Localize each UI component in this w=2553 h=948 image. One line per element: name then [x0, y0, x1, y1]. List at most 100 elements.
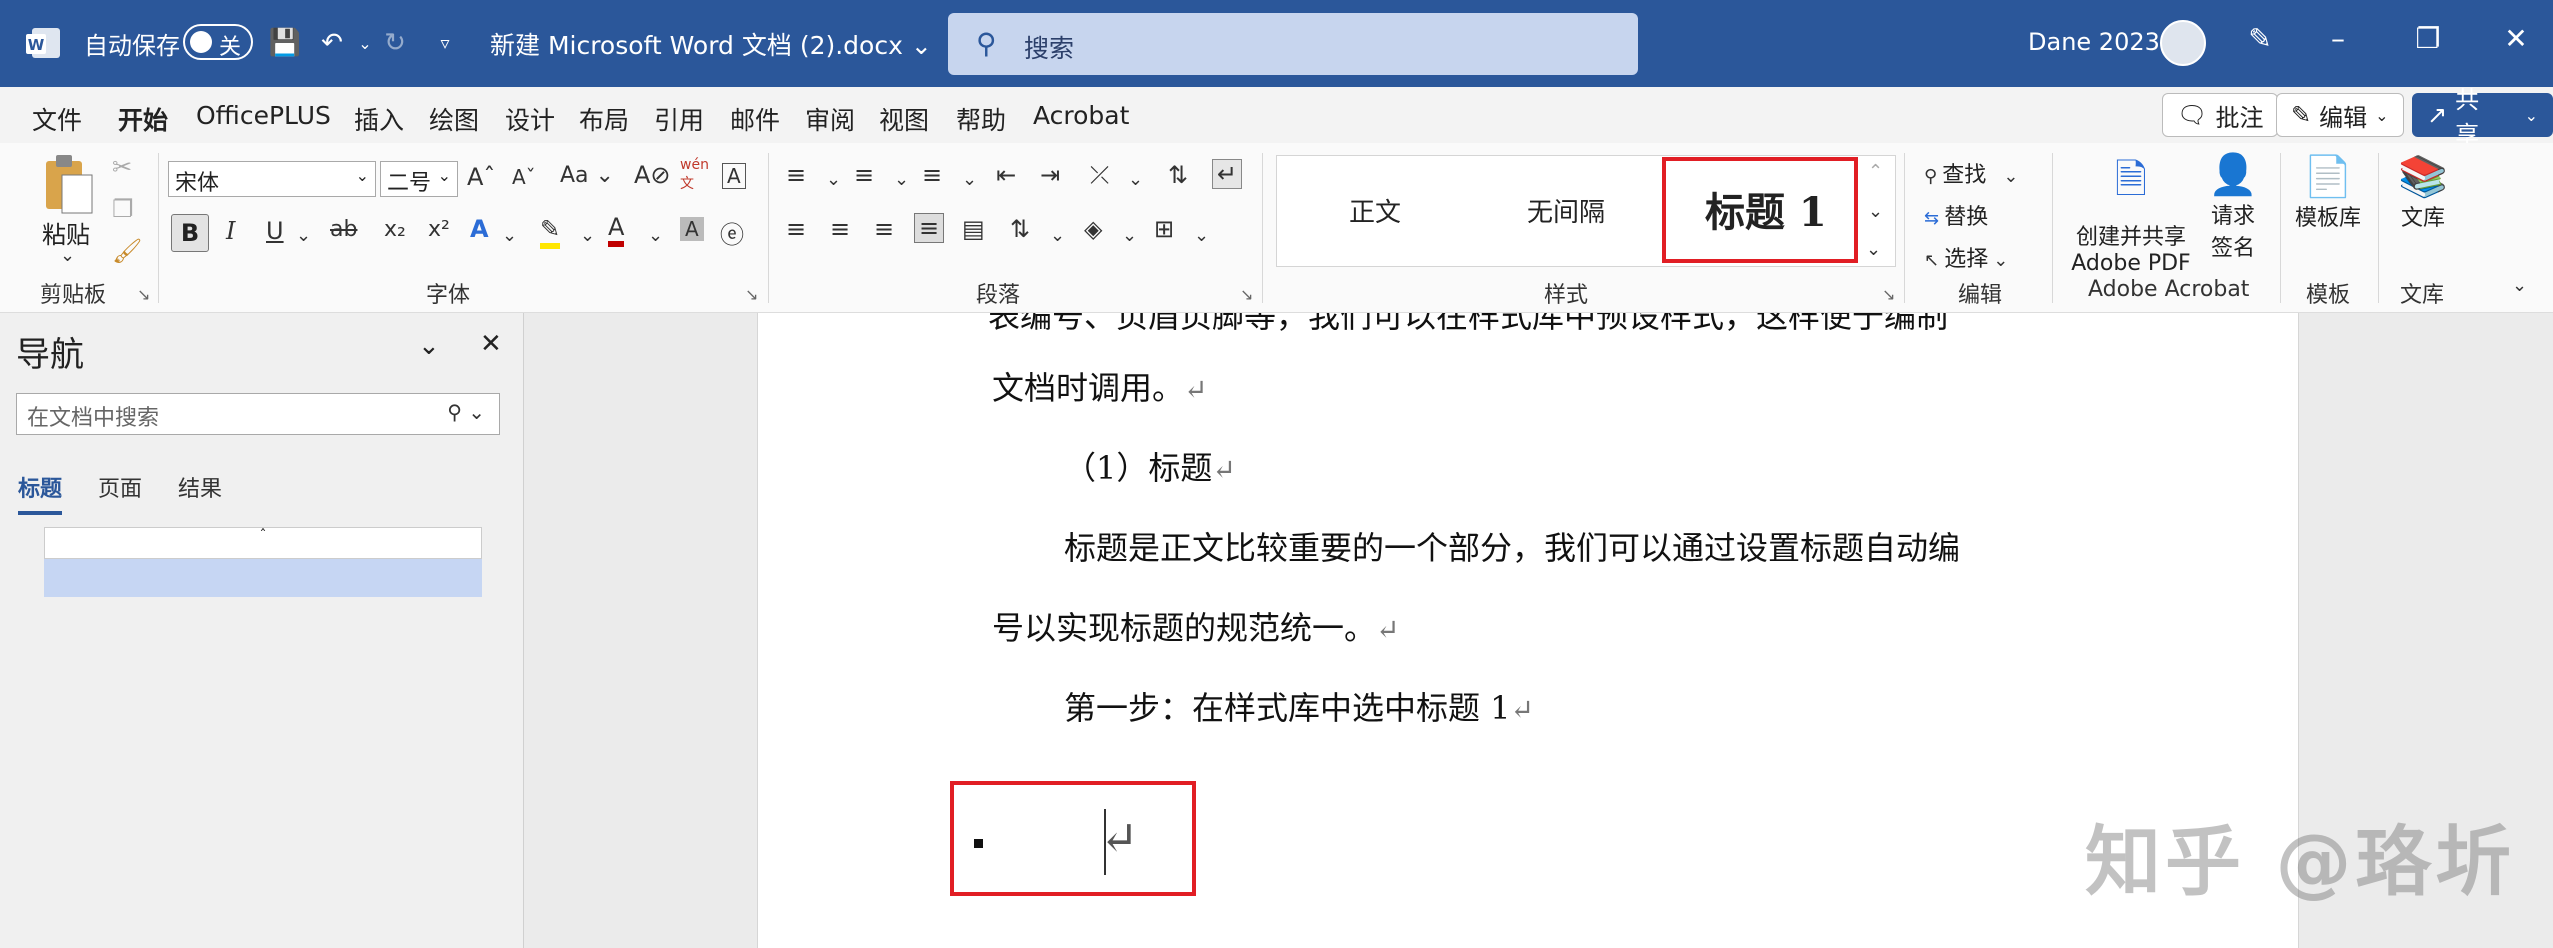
- character-shading-icon[interactable]: A: [680, 217, 704, 241]
- search-input[interactable]: ⚲ 搜索: [948, 13, 1638, 75]
- shading-icon[interactable]: ◈: [1084, 215, 1102, 243]
- tab-mailings[interactable]: 邮件: [730, 101, 780, 137]
- chinese-layout-dropdown-icon[interactable]: ⌄: [1128, 169, 1143, 190]
- replace-button[interactable]: ⇆ 替换: [1924, 199, 1988, 231]
- underline-dropdown-icon[interactable]: ⌄: [296, 225, 311, 246]
- customize-toolbar-icon[interactable]: ▿: [428, 26, 462, 60]
- change-case-icon[interactable]: Aa ⌄: [560, 163, 614, 188]
- grow-font-icon[interactable]: Aˆ: [467, 163, 495, 191]
- multilevel-list-icon[interactable]: ≡: [922, 161, 942, 189]
- numbering-dropdown-icon[interactable]: ⌄: [894, 169, 909, 190]
- gallery-scroll-up-icon[interactable]: ⌃: [1868, 161, 1883, 182]
- select-button[interactable]: ↖ 选择 ⌄: [1924, 241, 2008, 273]
- tab-view[interactable]: 视图: [879, 101, 929, 137]
- font-name-select[interactable]: 宋体 ⌄: [168, 161, 376, 197]
- tab-references[interactable]: 引用: [654, 101, 704, 137]
- borders-icon[interactable]: ⊞: [1154, 215, 1174, 243]
- nav-heading-selected[interactable]: [44, 559, 482, 597]
- autosave-toggle[interactable]: 关: [183, 24, 253, 60]
- save-icon[interactable]: 💾: [268, 26, 302, 60]
- underline-button[interactable]: U: [266, 217, 284, 245]
- numbering-icon[interactable]: ≡: [854, 161, 874, 189]
- tab-file[interactable]: 文件: [32, 101, 82, 137]
- character-border-icon[interactable]: A: [722, 163, 746, 189]
- share-button[interactable]: ↗ 共享 ⌄: [2412, 86, 2553, 149]
- decrease-indent-icon[interactable]: ⇤: [996, 161, 1016, 189]
- increase-indent-icon[interactable]: ⇥: [1040, 161, 1060, 189]
- chinese-layout-icon[interactable]: ⤫: [1090, 161, 1109, 189]
- redo-icon[interactable]: ↻: [378, 26, 412, 60]
- create-share-pdf-button[interactable]: 🗎 创建并共享 Adobe PDF: [2068, 151, 2194, 276]
- tab-headings[interactable]: 标题: [18, 471, 63, 515]
- undo-dropdown-icon[interactable]: ⌄: [348, 26, 382, 60]
- tab-design[interactable]: 设计: [505, 101, 555, 137]
- text-effects-dropdown-icon[interactable]: ⌄: [502, 225, 517, 246]
- request-signature-button[interactable]: 👤 请求 签名: [2200, 151, 2266, 262]
- style-normal[interactable]: 正文: [1349, 192, 1401, 229]
- distributed-icon[interactable]: ▤: [962, 215, 985, 243]
- align-right-icon[interactable]: ≡: [874, 215, 894, 243]
- dialog-launcher-icon[interactable]: ↘: [1882, 285, 1895, 304]
- multilevel-dropdown-icon[interactable]: ⌄: [962, 169, 977, 190]
- tab-pages[interactable]: 页面: [98, 471, 142, 503]
- tab-officeplus[interactable]: OfficePLUS: [196, 101, 331, 130]
- paste-dropdown-icon[interactable]: ⌄: [60, 245, 75, 266]
- justify-icon[interactable]: ≡: [914, 213, 945, 243]
- shading-dropdown-icon[interactable]: ⌄: [1122, 225, 1137, 246]
- restore-icon[interactable]: ❐: [2408, 22, 2448, 55]
- document-title[interactable]: 新建 Microsoft Word 文档 (2).docx ⌄: [490, 26, 932, 62]
- format-painter-icon[interactable]: 🖌: [112, 237, 142, 265]
- tab-review[interactable]: 审阅: [805, 101, 855, 137]
- line-spacing-dropdown-icon[interactable]: ⌄: [1050, 225, 1065, 246]
- undo-icon[interactable]: ↶: [315, 26, 349, 60]
- text-effects-icon[interactable]: A: [470, 215, 489, 243]
- subscript-button[interactable]: x₂: [384, 217, 406, 242]
- copy-icon[interactable]: ❐: [112, 195, 134, 223]
- close-icon[interactable]: ✕: [2496, 22, 2536, 55]
- align-center-icon[interactable]: ≡: [830, 215, 850, 243]
- dialog-launcher-icon[interactable]: ↘: [137, 285, 150, 304]
- nav-search-input[interactable]: 在文档中搜索 ⚲ ⌄: [16, 393, 500, 435]
- edit-mode-button[interactable]: ✎ 编辑 ⌄: [2276, 93, 2404, 137]
- font-color-dropdown-icon[interactable]: ⌄: [648, 225, 663, 246]
- shrink-font-icon[interactable]: Aˇ: [512, 165, 536, 189]
- dialog-launcher-icon[interactable]: ↘: [745, 285, 758, 304]
- search-icon[interactable]: ⚲ ⌄: [447, 400, 485, 424]
- enclose-characters-icon[interactable]: ⓔ: [720, 215, 744, 250]
- tab-results[interactable]: 结果: [178, 471, 222, 503]
- borders-dropdown-icon[interactable]: ⌄: [1194, 225, 1209, 246]
- tab-help[interactable]: 帮助: [956, 101, 1006, 137]
- strikethrough-button[interactable]: ab: [330, 217, 357, 242]
- font-color-icon[interactable]: A: [608, 213, 625, 247]
- bullets-dropdown-icon[interactable]: ⌄: [826, 169, 841, 190]
- close-icon[interactable]: ✕: [480, 329, 502, 359]
- italic-button[interactable]: I: [226, 217, 235, 245]
- paste-icon[interactable]: [40, 153, 96, 219]
- collapse-ribbon-icon[interactable]: ⌄: [2512, 275, 2527, 296]
- gallery-scroll-down-icon[interactable]: ⌄: [1868, 201, 1883, 222]
- dialog-launcher-icon[interactable]: ↘: [1240, 285, 1253, 304]
- cut-icon[interactable]: ✂: [112, 153, 132, 181]
- font-size-select[interactable]: 二号 ⌄: [380, 161, 458, 197]
- tab-acrobat[interactable]: Acrobat: [1033, 101, 1129, 130]
- style-no-spacing[interactable]: 无间隔: [1527, 192, 1605, 229]
- phonetic-guide-icon[interactable]: wén 文: [680, 157, 709, 193]
- template-library-button[interactable]: 📄 模板库: [2290, 153, 2366, 232]
- tab-home[interactable]: 开始: [118, 101, 169, 147]
- user-name[interactable]: Dane 2023: [2028, 28, 2160, 56]
- line-spacing-icon[interactable]: ⇅: [1010, 215, 1030, 243]
- bullets-icon[interactable]: ≡: [786, 161, 806, 189]
- highlight-dropdown-icon[interactable]: ⌄: [580, 225, 595, 246]
- minimize-icon[interactable]: –: [2318, 22, 2358, 55]
- chevron-down-icon[interactable]: ⌄: [418, 331, 440, 361]
- highlight-icon[interactable]: ✎: [540, 215, 561, 249]
- gallery-expand-icon[interactable]: ⌄: [1866, 239, 1881, 260]
- bold-button[interactable]: B: [171, 214, 209, 252]
- designer-icon[interactable]: ✎: [2240, 22, 2280, 55]
- tab-layout[interactable]: 布局: [579, 101, 629, 137]
- sort-icon[interactable]: ⇅: [1168, 161, 1188, 189]
- library-button[interactable]: 📚 文库: [2388, 153, 2458, 232]
- tab-draw[interactable]: 绘图: [429, 101, 479, 137]
- align-left-icon[interactable]: ≡: [786, 215, 806, 243]
- find-button[interactable]: ⚲ 查找 ⌄: [1924, 157, 2018, 189]
